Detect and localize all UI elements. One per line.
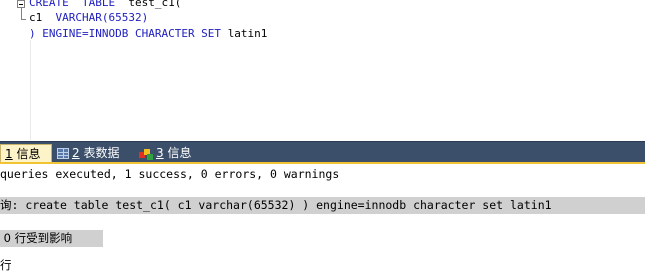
column-type: VARCHAR(65532) [55,11,149,24]
query-prefix: 询 [0,198,12,212]
fold-collapse-icon[interactable] [17,0,25,8]
table-grid-icon [57,148,69,159]
executed-query: : create table test_c1( c1 varchar(65532… [11,198,552,212]
message-icon [139,148,153,160]
engine-clause: ) ENGINE=INNODB CHARACTER SET [29,27,222,40]
executed-query-line: 询: create table test_c1( c1 varchar(6553… [0,197,645,214]
keyword-create: CREATE [29,0,69,9]
results-tab-bar: 1 信息 2 表数据 3 信息 [0,141,645,163]
tab-table-data-number: 2 [72,146,80,160]
fold-guide-end [21,19,26,20]
tab-messages-label: 信息 [163,146,192,160]
code-line-1: CREATE TABLE test_c1( [29,0,181,10]
editor-gutter [0,0,16,140]
keyword-table: TABLE [82,0,116,9]
code-line-3: ) ENGINE=INNODB CHARACTER SET latin1 [29,27,267,41]
editor-margin-line [30,40,31,140]
execution-summary: queries executed, 1 success, 0 errors, 0… [0,167,340,181]
sql-editor[interactable]: CREATE TABLE test_c1( c1 VARCHAR(65532) … [0,0,645,140]
tab-messages[interactable]: 3 信息 [137,144,201,163]
rows-affected-text: 0 行受到影响 [0,231,73,245]
column-name: c1 [29,11,43,24]
tab-info-label: 信息 [12,147,41,161]
tab-info-number: 1 [5,147,13,161]
rows-affected: 0 行受到影响 [0,230,103,247]
tab-info[interactable]: 1 信息 [0,144,52,163]
tab-accent-bar [0,162,645,164]
charset-value: latin1 [227,27,268,40]
tab-table-data-label: 表数据 [79,146,120,160]
table-name: test_c1( [128,0,182,9]
tab-messages-number: 3 [156,146,164,160]
tab-table-data[interactable]: 2 表数据 [55,144,135,163]
truncated-line: 行 [0,258,12,272]
code-line-2: c1 VARCHAR(65532) [29,11,148,25]
